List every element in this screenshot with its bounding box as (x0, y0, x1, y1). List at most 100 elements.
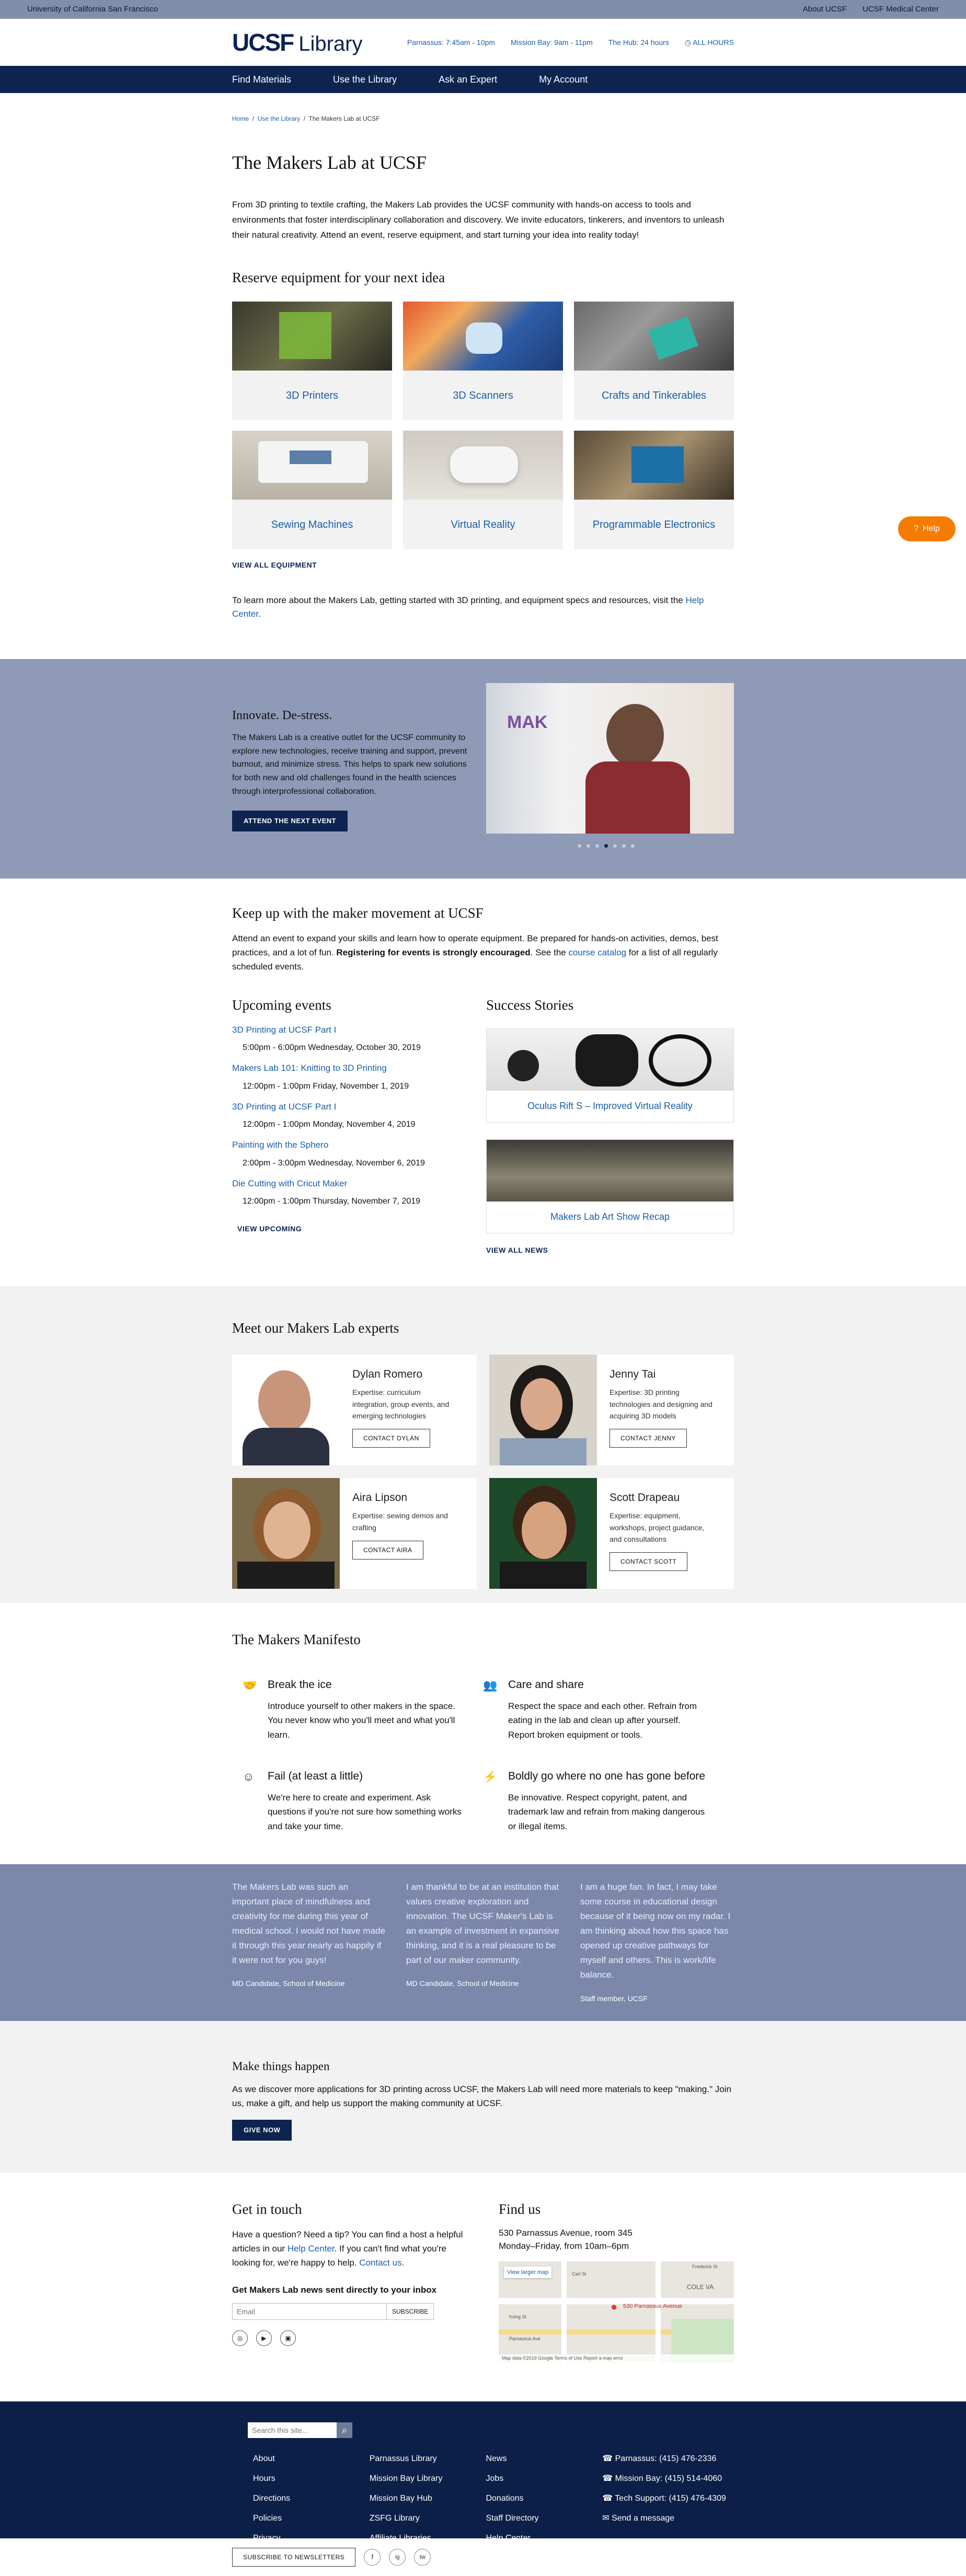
give-now-button[interactable]: GIVE NOW (232, 2120, 292, 2141)
breadcrumb-use-library[interactable]: Use the Library (258, 115, 300, 122)
expert-photo (489, 1354, 597, 1465)
view-upcoming-link[interactable]: VIEW UPCOMING (237, 1223, 486, 1234)
carousel-dot[interactable] (631, 844, 635, 848)
event-link[interactable]: 3D Printing at UCSF Part I (232, 1023, 486, 1037)
carousel-dot[interactable] (586, 844, 590, 848)
map-pin-icon: ● (611, 2300, 618, 2313)
footer-col: About Hours Directions Policies Privacy (253, 2445, 370, 2545)
equipment-card-3d-scanners[interactable]: 3D Scanners (403, 302, 563, 421)
event-link[interactable]: Die Cutting with Cricut Maker (232, 1177, 486, 1191)
email-input[interactable] (232, 2303, 387, 2320)
ucsf-link[interactable]: University of California San Francisco (27, 4, 158, 16)
footer-link[interactable]: Hours (253, 2473, 370, 2485)
carousel-dot[interactable] (595, 844, 599, 848)
hours-parnassus[interactable]: Parnassus: 7:45am - 10pm (407, 37, 495, 48)
equipment-card-vr[interactable]: Virtual Reality (403, 431, 563, 550)
footer-link[interactable]: Mission Bay Library (370, 2473, 486, 2485)
hours-hub[interactable]: The Hub: 24 hours (608, 37, 669, 48)
phone-tech-support[interactable]: ☎ Tech Support: (415) 476-4309 (602, 2492, 734, 2505)
nav-my-account[interactable]: My Account (539, 73, 588, 87)
manifesto-item: 👥 Care and share Respect the space and ea… (483, 1677, 734, 1742)
footer: ⌕ About Hours Directions Policies Privac… (0, 2401, 966, 2543)
instagram-icon[interactable]: ig (389, 2549, 406, 2566)
contact-dylan-button[interactable]: CONTACT DYLAN (352, 1429, 430, 1448)
hours-mission-bay[interactable]: Mission Bay: 9am - 11pm (511, 37, 593, 48)
footer-link[interactable]: Mission Bay Hub (370, 2492, 486, 2505)
equipment-card-3d-printers[interactable]: 3D Printers (232, 302, 392, 421)
footer-search-input[interactable] (248, 2422, 337, 2439)
view-all-news-link[interactable]: VIEW ALL NEWS (486, 1245, 734, 1256)
carousel-dot[interactable] (613, 844, 617, 848)
top-utility-bar: University of California San Francisco A… (0, 0, 966, 19)
experts-section: Meet our Makers Lab experts Dylan Romero… (0, 1286, 966, 1603)
crafts-image (574, 302, 734, 371)
youtube-icon[interactable]: ▶ (256, 2330, 272, 2346)
story-card[interactable]: Makers Lab Art Show Recap (486, 1139, 734, 1233)
event-time: 2:00pm - 3:00pm Wednesday, November 6, 2… (243, 1158, 425, 1168)
help-button[interactable]: ? Help (898, 516, 956, 541)
contact-aira-button[interactable]: CONTACT AIRA (352, 1540, 423, 1560)
footer-link[interactable]: ZSFG Library (370, 2512, 486, 2525)
equipment-card-electronics[interactable]: Programmable Electronics (574, 431, 734, 550)
carousel-dot[interactable] (622, 844, 626, 848)
testimonial: I am a huge fan. In fact, I may take som… (580, 1882, 731, 2003)
facebook-icon[interactable]: f (364, 2549, 381, 2566)
nav-use-library[interactable]: Use the Library (333, 73, 397, 87)
bolt-icon: ⚡ (483, 1770, 498, 1783)
attend-event-button[interactable]: ATTEND THE NEXT EVENT (232, 811, 348, 831)
twitter-icon[interactable]: tw (414, 2549, 431, 2566)
instagram-icon[interactable]: ◎ (232, 2330, 248, 2346)
footer-link[interactable]: Jobs (486, 2473, 602, 2485)
course-catalog-link[interactable]: course catalog (568, 948, 626, 957)
newsletter-subscribe-button[interactable]: SUBSCRIBE TO NEWSLETTERS (232, 2548, 356, 2567)
learn-more-text: To learn more about the Makers Lab, gett… (232, 595, 704, 619)
carousel-dot[interactable] (578, 844, 581, 848)
footer-link[interactable]: Directions (253, 2492, 370, 2505)
flickr-icon[interactable]: ▣ (280, 2330, 296, 2346)
handshake-icon: 🤝 (243, 1678, 257, 1692)
contact-jenny-button[interactable]: CONTACT JENNY (610, 1429, 687, 1448)
contact-us-link[interactable]: Contact us (359, 2258, 401, 2268)
upcoming-events: Upcoming events 3D Printing at UCSF Part… (232, 995, 486, 1256)
library-logo[interactable]: UCSF Library (232, 25, 363, 61)
view-all-equipment-link[interactable]: VIEW ALL EQUIPMENT (232, 560, 734, 571)
subscribe-button[interactable]: SUBSCRIBE (387, 2303, 434, 2320)
manifesto-item: 🤝 Break the ice Introduce yourself to oth… (243, 1677, 483, 1742)
vr-headset-image (403, 431, 563, 500)
footer-link[interactable]: Donations (486, 2492, 602, 2505)
nav-find-materials[interactable]: Find Materials (232, 73, 291, 87)
help-center-link[interactable]: Help Center (288, 2244, 335, 2254)
location-map[interactable]: View larger map ● 530 Parnassus Avenue C… (499, 2261, 734, 2363)
events-heading: Upcoming events (232, 997, 331, 1013)
search-icon[interactable]: ⌕ (337, 2422, 352, 2439)
equipment-card-crafts[interactable]: Crafts and Tinkerables (574, 302, 734, 421)
library-hours: Parnassus: 7:45am - 10pm Mission Bay: 9a… (407, 37, 734, 48)
footer-link[interactable]: Staff Directory (486, 2512, 602, 2525)
equipment-card-sewing[interactable]: Sewing Machines (232, 431, 392, 550)
footer-link[interactable]: News (486, 2453, 602, 2465)
manifesto-item: ☺ Fail (at least a little) We're here to … (243, 1768, 483, 1833)
carousel-dot-active[interactable] (604, 844, 608, 848)
footer-bottom: SUBSCRIBE TO NEWSLETTERS f ig tw (0, 2538, 966, 2576)
story-card[interactable]: Oculus Rift S – Improved Virtual Reality (486, 1028, 734, 1123)
about-ucsf-link[interactable]: About UCSF (803, 5, 847, 14)
phone-parnassus[interactable]: ☎ Parnassus: (415) 476-2336 (602, 2453, 734, 2465)
phone-mission-bay[interactable]: ☎ Mission Bay: (415) 514-4060 (602, 2473, 734, 2485)
innovate-title: Innovate. De-stress. (232, 709, 332, 723)
footer-link[interactable]: Parnassus Library (370, 2453, 486, 2465)
event-link[interactable]: Painting with the Sphero (232, 1138, 486, 1152)
breadcrumb-home[interactable]: Home (232, 115, 249, 122)
all-hours-link[interactable]: ◷ ALL HOURS (685, 37, 734, 48)
phone-icon: ☎ (602, 2494, 615, 2503)
footer-link[interactable]: Policies (253, 2512, 370, 2525)
nav-ask-expert[interactable]: Ask an Expert (439, 73, 497, 87)
footer-link[interactable]: About (253, 2453, 370, 2465)
contact-scott-button[interactable]: CONTACT SCOTT (610, 1552, 688, 1572)
event-link[interactable]: Makers Lab 101: Knitting to 3D Printing (232, 1061, 486, 1075)
send-message-link[interactable]: ✉ Send a message (602, 2512, 734, 2525)
event-link[interactable]: 3D Printing at UCSF Part I (232, 1100, 486, 1114)
view-larger-map-link[interactable]: View larger map (504, 2266, 552, 2279)
medical-center-link[interactable]: UCSF Medical Center (862, 5, 939, 14)
open-hours: Monday–Friday, from 10am–6pm (499, 2241, 629, 2251)
event-time: 12:00pm - 1:00pm Friday, November 1, 201… (243, 1081, 409, 1091)
